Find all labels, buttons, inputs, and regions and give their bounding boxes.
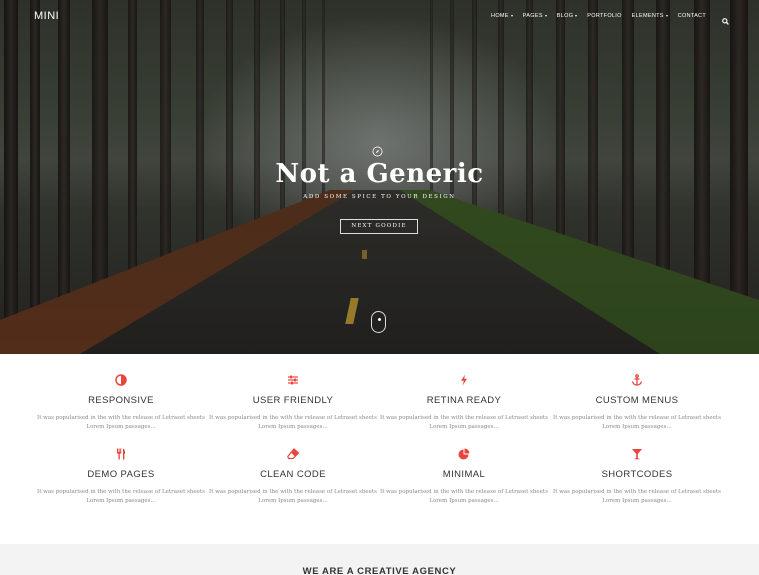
feature-minimal: MINIMAL It was popularised in the with t… <box>378 447 550 506</box>
bolt-icon <box>458 373 470 386</box>
site-logo[interactable]: MINI <box>34 10 59 22</box>
chevron-down-icon <box>575 14 578 17</box>
anchor-icon <box>631 373 643 386</box>
feature-text: It was popularised in the with the relea… <box>37 415 205 430</box>
pie-chart-icon <box>458 447 470 460</box>
nav-item-elements[interactable]: ELEMENTS <box>632 13 668 19</box>
feature-custom-menus: CUSTOM MENUS It was popularised in the w… <box>551 373 723 432</box>
feature-text: It was popularised in the with the relea… <box>209 489 377 504</box>
feature-text: It was popularised in the with the relea… <box>380 415 548 430</box>
feature-title: CLEAN CODE <box>260 469 326 480</box>
feature-title: CUSTOM MENUS <box>595 395 679 406</box>
hero-title: Not a Generic <box>275 159 484 189</box>
feature-text: It was popularised in the with the relea… <box>380 489 548 504</box>
feature-shortcodes: SHORTCODES It was popularised in the wit… <box>551 447 723 506</box>
feature-user-friendly: USER FRIENDLY It was popularised in the … <box>207 373 379 432</box>
nav-item-blog[interactable]: BLOG <box>557 13 578 19</box>
feature-clean-code: CLEAN CODE It was popularised in the wit… <box>207 447 379 506</box>
feature-text: It was popularised in the with the relea… <box>209 415 377 430</box>
chevron-down-icon <box>544 14 547 17</box>
main-nav: HOME PAGES BLOG PORTFOLIO ELEMENTS CONTA… <box>491 12 729 25</box>
feature-title: DEMO PAGES <box>87 469 155 480</box>
hero-section: MINI HOME PAGES BLOG PORTFOLIO ELEMENTS … <box>0 0 759 354</box>
next-goodie-button[interactable]: NEXT GOODIE <box>340 219 418 234</box>
sliders-icon <box>287 373 299 385</box>
nav-item-pages[interactable]: PAGES <box>523 13 547 19</box>
feature-text: It was popularised in the with the relea… <box>37 489 205 504</box>
nav-item-contact[interactable]: CONTACT <box>678 13 706 19</box>
feature-title: MINIMAL <box>442 469 486 480</box>
cocktail-icon <box>631 447 643 460</box>
feature-demo-pages: DEMO PAGES It was popularised in the wit… <box>35 447 207 506</box>
nav-item-portfolio[interactable]: PORTFOLIO <box>587 13 621 19</box>
scroll-dot <box>377 318 381 321</box>
chevron-down-icon <box>665 14 668 17</box>
mouse-scroll-icon[interactable] <box>371 311 386 333</box>
feature-title: SHORTCODES <box>601 469 673 480</box>
feature-title: RETINA READY <box>426 395 502 406</box>
contrast-icon <box>115 373 127 386</box>
compass-icon <box>372 144 383 157</box>
feature-retina-ready: RETINA READY It was popularised in the w… <box>378 373 550 432</box>
top-navbar: MINI HOME PAGES BLOG PORTFOLIO ELEMENTS … <box>0 0 759 30</box>
feature-title: USER FRIENDLY <box>252 395 334 406</box>
features-section: RESPONSIVE It was popularised in the wit… <box>0 354 759 544</box>
feature-title: RESPONSIVE <box>88 395 154 406</box>
agency-title: WE ARE A CREATIVE AGENCY <box>302 566 457 575</box>
nav-item-home[interactable]: HOME <box>491 13 513 19</box>
cutlery-icon <box>115 447 127 460</box>
search-icon[interactable] <box>722 12 729 25</box>
feature-text: It was popularised in the with the relea… <box>553 415 721 430</box>
agency-section: WE ARE A CREATIVE AGENCY <box>0 544 759 575</box>
chevron-down-icon <box>510 14 513 17</box>
hero-subtitle: ADD SOME SPICE TO YOUR DESIGN <box>303 194 456 200</box>
feature-text: It was popularised in the with the relea… <box>553 489 721 504</box>
feature-responsive: RESPONSIVE It was popularised in the wit… <box>35 373 207 432</box>
eraser-icon <box>287 447 300 460</box>
